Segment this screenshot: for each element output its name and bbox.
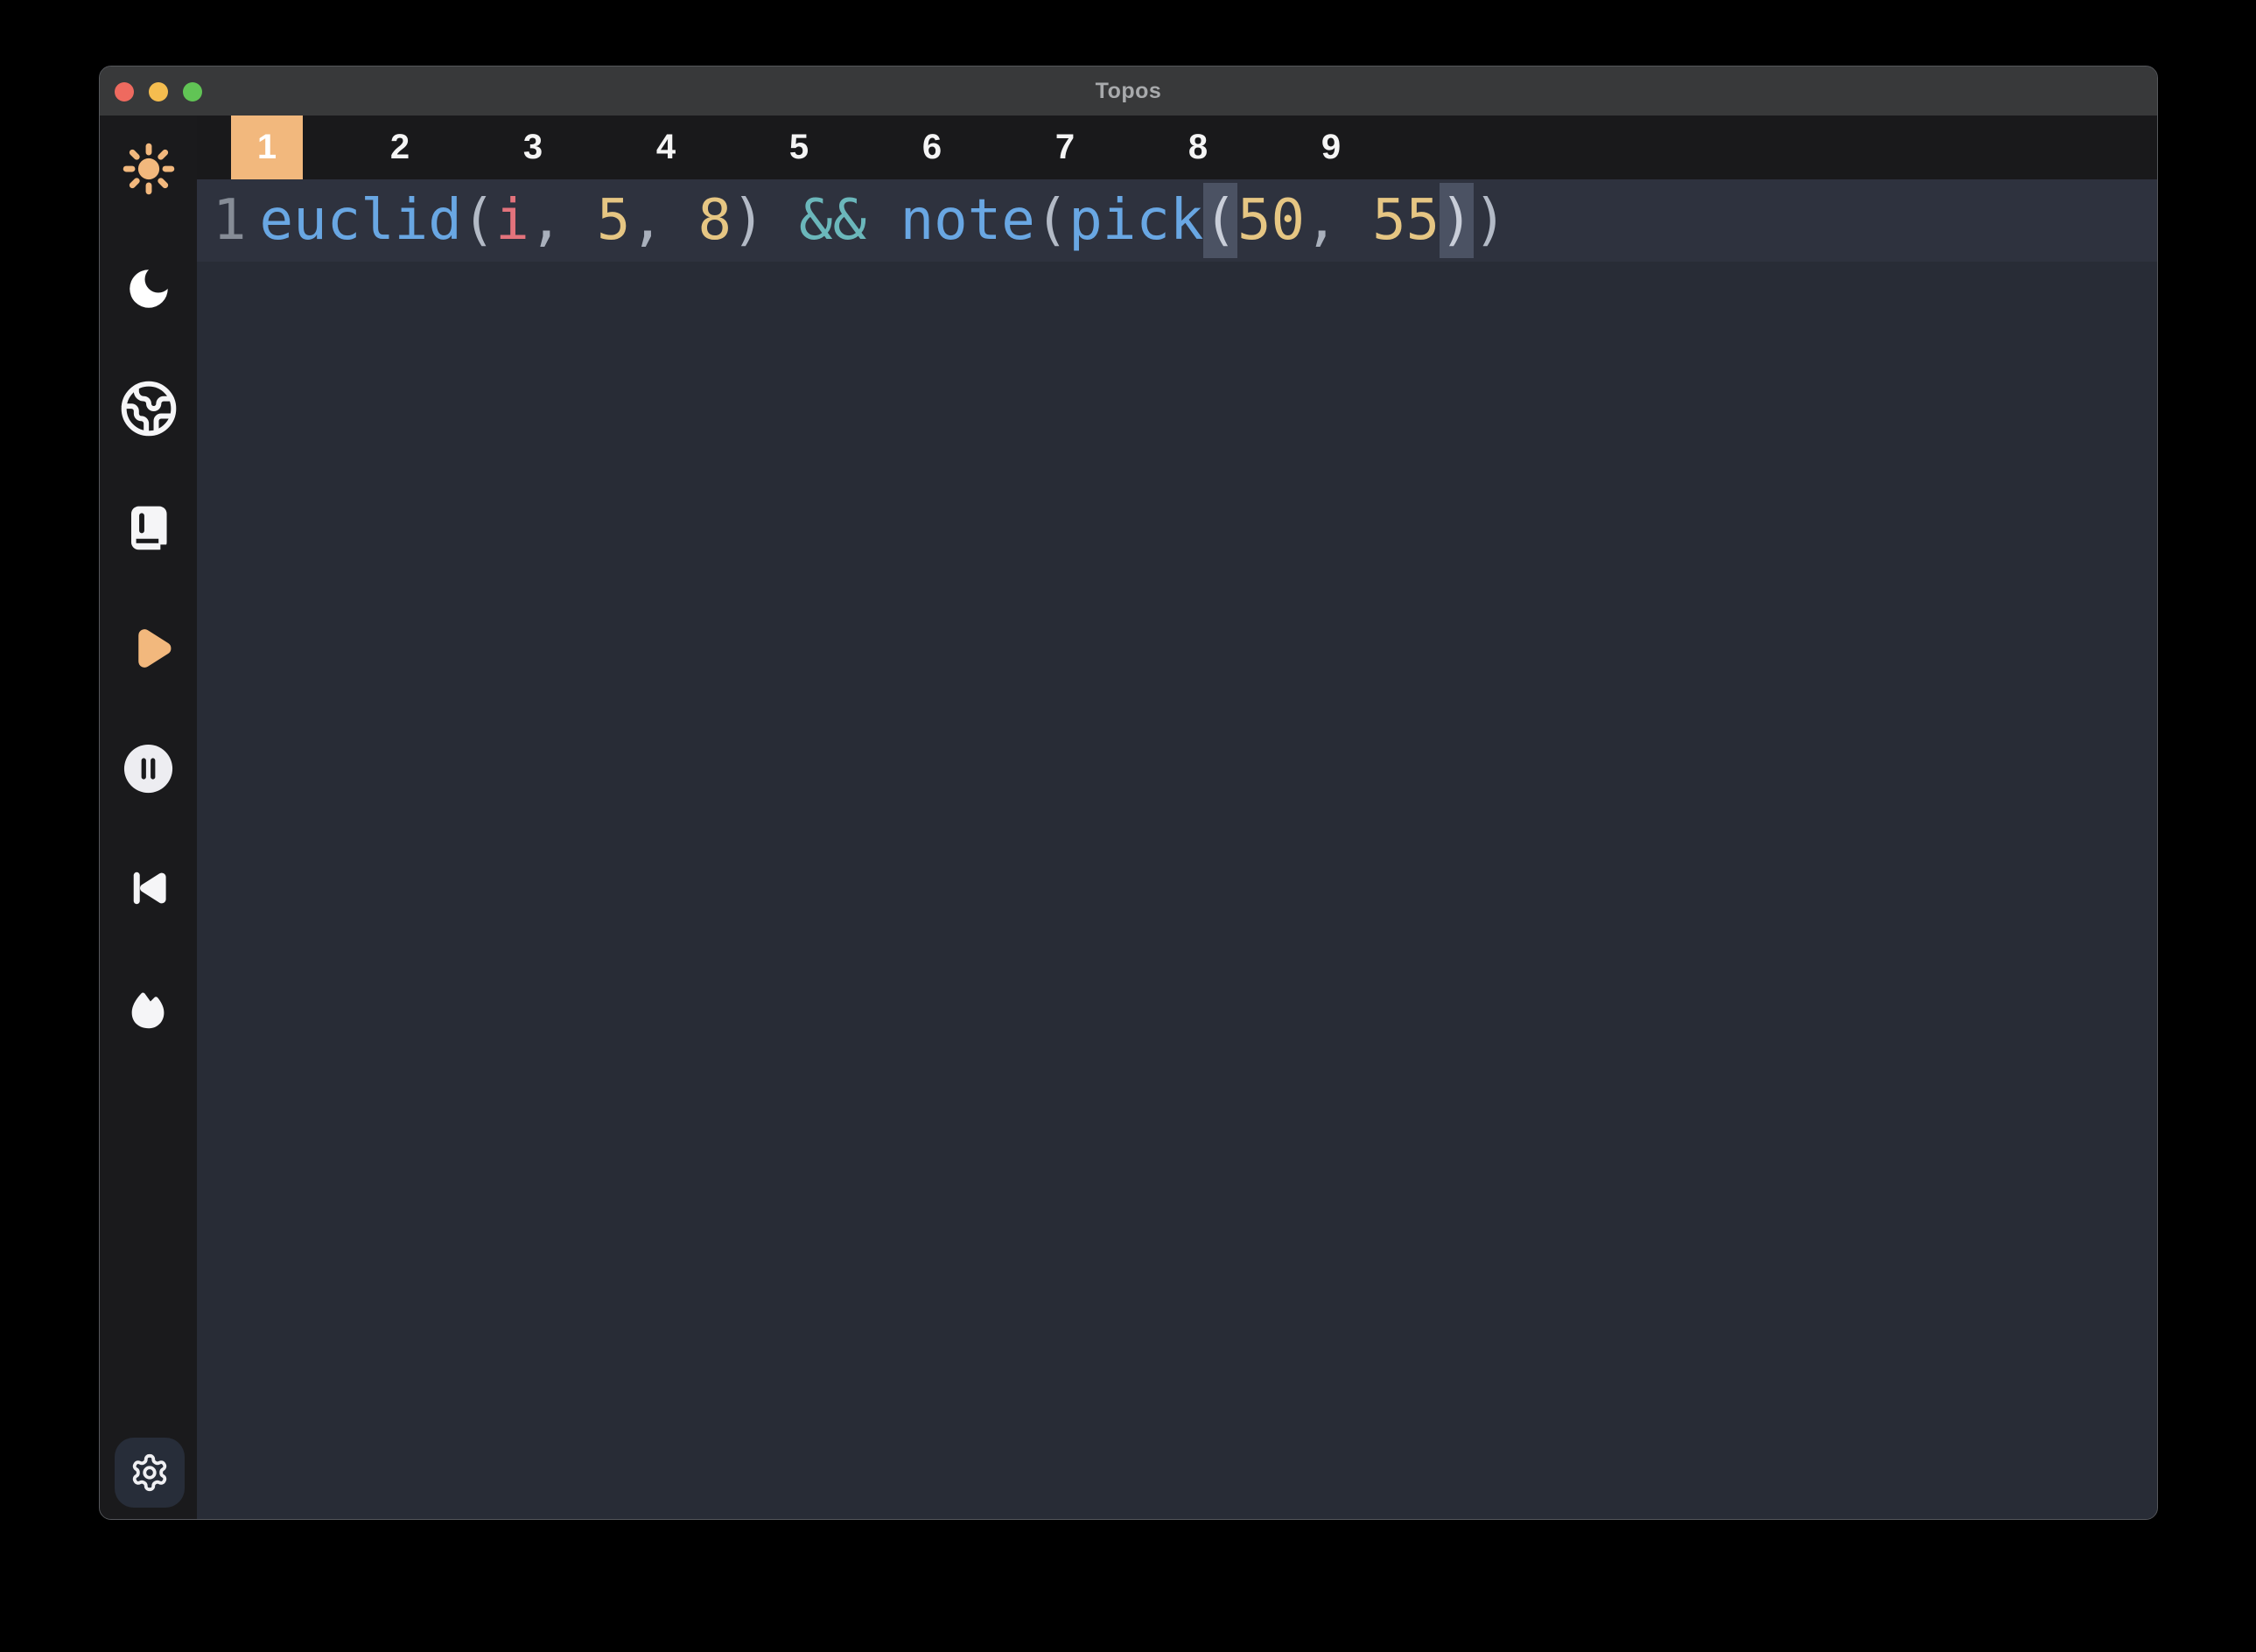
tab-8[interactable]: 8 bbox=[1132, 116, 1265, 179]
light-theme-button[interactable] bbox=[119, 139, 179, 199]
code-line-1[interactable]: 1 euclid(i, 5, 8) && note(pick(50, 55)) bbox=[197, 179, 2157, 262]
window-title: Topos bbox=[1096, 79, 1162, 104]
tab-5[interactable]: 5 bbox=[732, 116, 865, 179]
gear-icon bbox=[130, 1452, 170, 1493]
flame-icon bbox=[123, 983, 174, 1033]
dark-theme-button[interactable] bbox=[119, 259, 179, 318]
code-text: euclid(i, 5, 8) && note(pick(50, 55)) bbox=[260, 188, 1508, 253]
tab-bar: 1 2 3 4 5 6 7 8 9 bbox=[197, 116, 2157, 179]
editor-pane: 1 2 3 4 5 6 7 8 9 1 euclid(i, 5, 8) && n… bbox=[197, 116, 2157, 1519]
tab-6[interactable]: 6 bbox=[865, 116, 998, 179]
tab-9[interactable]: 9 bbox=[1265, 116, 1398, 179]
globe-icon bbox=[119, 379, 179, 438]
minimize-button[interactable] bbox=[149, 82, 168, 102]
traffic-lights bbox=[115, 82, 202, 102]
pause-icon bbox=[121, 741, 176, 796]
settings-button[interactable] bbox=[115, 1438, 185, 1508]
docs-button[interactable] bbox=[119, 499, 179, 558]
tab-4[interactable]: 4 bbox=[599, 116, 732, 179]
tab-1[interactable]: 1 bbox=[200, 116, 333, 179]
line-number: 1 bbox=[213, 188, 247, 253]
play-icon bbox=[123, 622, 175, 675]
matched-bracket-close: ) bbox=[1440, 183, 1474, 258]
matched-bracket-open: ( bbox=[1203, 183, 1237, 258]
book-icon bbox=[121, 500, 177, 556]
moon-icon bbox=[123, 263, 174, 314]
zoom-button[interactable] bbox=[183, 82, 202, 102]
play-button[interactable] bbox=[119, 619, 179, 678]
app-window: Topos bbox=[99, 66, 2158, 1520]
flame-button[interactable] bbox=[119, 978, 179, 1038]
close-button[interactable] bbox=[115, 82, 134, 102]
editor-empty-area[interactable] bbox=[197, 262, 2157, 1519]
globe-button[interactable] bbox=[119, 379, 179, 438]
skip-back-icon bbox=[124, 864, 173, 913]
tab-3[interactable]: 3 bbox=[466, 116, 599, 179]
pause-button[interactable] bbox=[119, 738, 179, 798]
sun-icon bbox=[120, 140, 178, 198]
skip-back-button[interactable] bbox=[119, 858, 179, 918]
titlebar: Topos bbox=[100, 66, 2157, 116]
sidebar bbox=[100, 116, 197, 1519]
tab-2[interactable]: 2 bbox=[333, 116, 466, 179]
tab-7[interactable]: 7 bbox=[998, 116, 1132, 179]
